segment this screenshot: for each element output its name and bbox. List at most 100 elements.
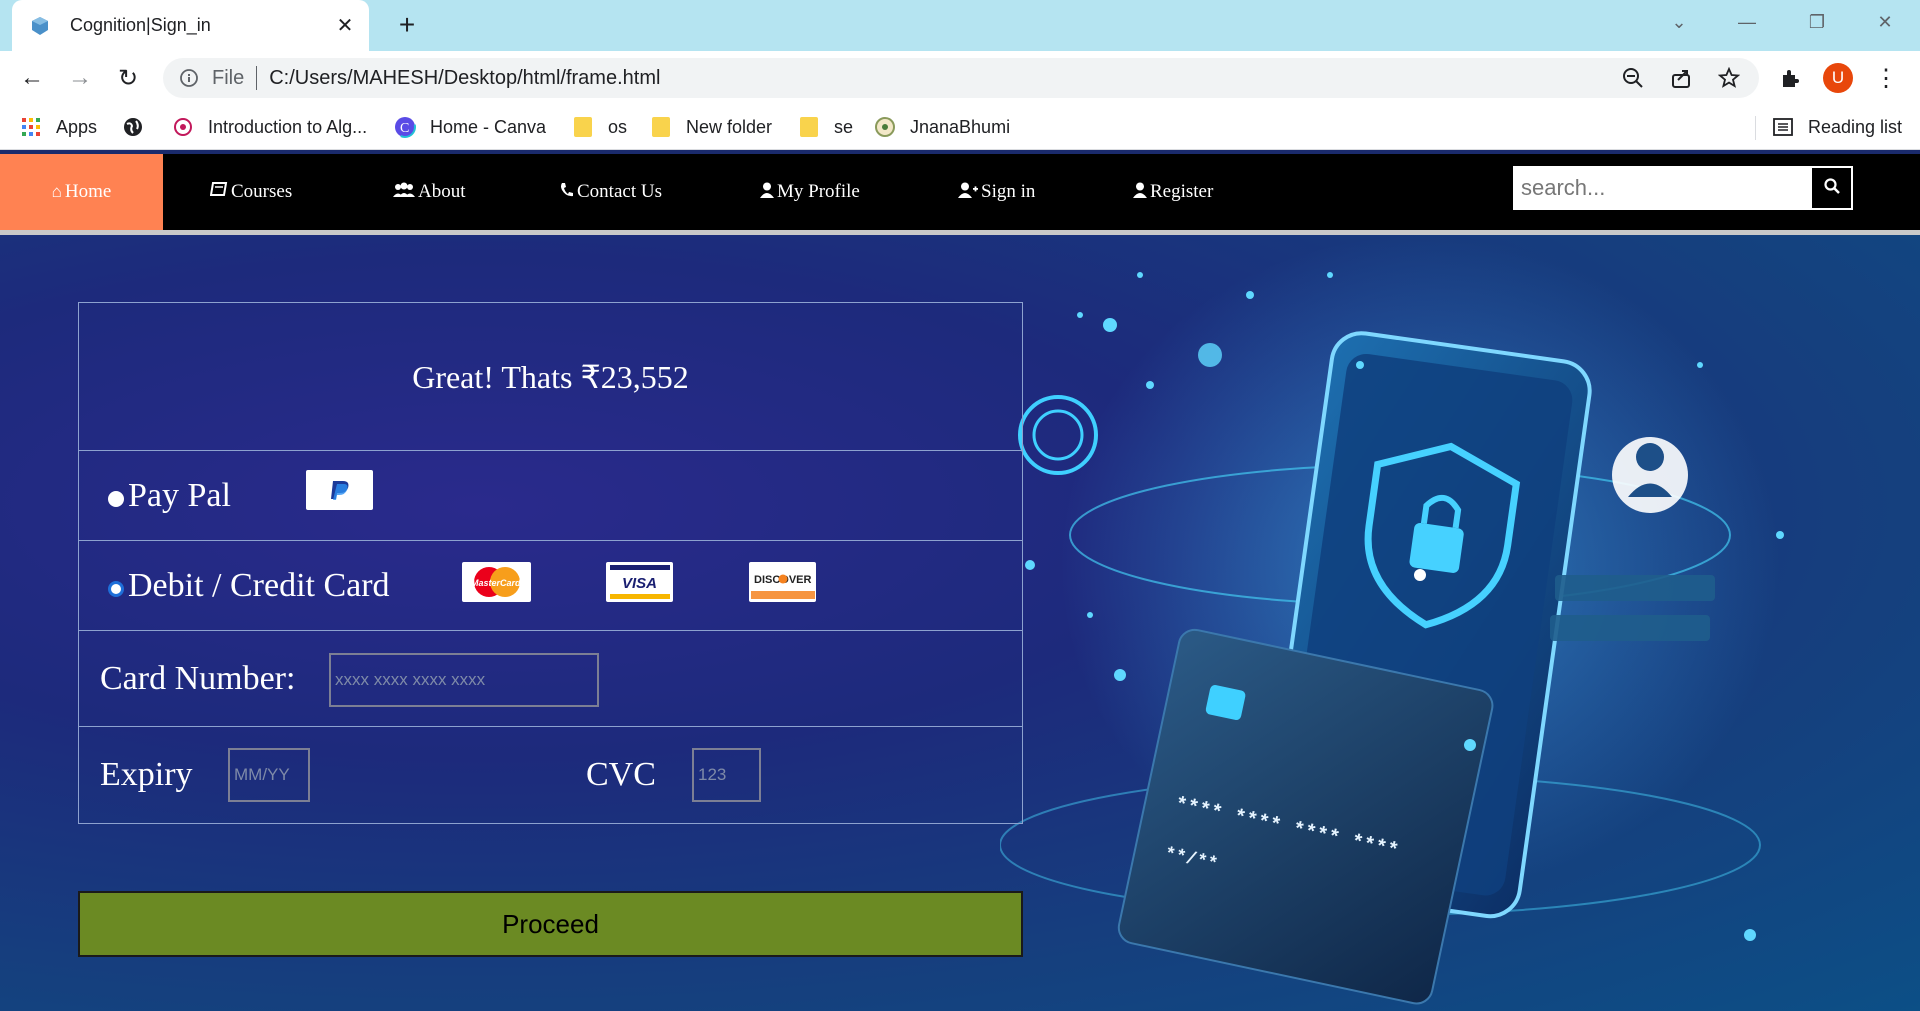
bookmark-label: Apps xyxy=(56,116,98,137)
nav-home-label: Home xyxy=(64,181,112,202)
profile-avatar[interactable]: U xyxy=(1822,62,1854,94)
bookmark-label: se xyxy=(834,116,854,137)
folder-icon xyxy=(650,116,672,138)
bookmark-label: Home - Canva xyxy=(430,116,547,137)
expiry-placeholder: MM/YY xyxy=(234,765,290,784)
nav-courses[interactable]: Courses xyxy=(209,154,293,230)
restore-icon[interactable]: ❐ xyxy=(1800,8,1834,36)
info-icon[interactable] xyxy=(178,67,200,89)
nav-my-profile-label: My Profile xyxy=(777,181,860,202)
user-plus-icon xyxy=(958,182,978,203)
nav-sign-in[interactable]: Sign in xyxy=(958,154,1035,230)
card-number-placeholder: xxxx xxxx xxxx xxxx xyxy=(335,670,486,689)
bookmark-apps[interactable]: Apps xyxy=(20,104,97,150)
close-icon[interactable]: ✕ xyxy=(331,12,359,40)
url-separator xyxy=(256,66,258,90)
nav-sign-in-label: Sign in xyxy=(981,181,1036,202)
card-number-input[interactable]: xxxx xxxx xxxx xxxx xyxy=(329,653,599,707)
bookmark-intro-algorithms[interactable]: Introduction to Alg... xyxy=(172,104,367,150)
user-icon xyxy=(1133,182,1147,203)
phone-icon xyxy=(560,182,574,203)
zoom-out-icon[interactable] xyxy=(1615,60,1651,96)
paypal-option[interactable]: Pay Pal xyxy=(79,451,1022,541)
svg-text:C: C xyxy=(400,121,409,136)
bookmark-canva[interactable]: C Home - Canva xyxy=(394,104,546,150)
cvc-input[interactable]: 123 xyxy=(692,748,761,802)
nav-contact-label: Contact Us xyxy=(577,181,662,202)
card-label: Debit / Credit Card xyxy=(128,566,390,604)
search-placeholder: search... xyxy=(1521,175,1606,200)
reading-list-icon xyxy=(1772,116,1794,138)
apps-grid-icon xyxy=(20,116,42,138)
browser-toolbar: ← → ↻ File C:/Users/MAHESH/Desktop/html/… xyxy=(0,51,1920,104)
address-bar[interactable]: File C:/Users/MAHESH/Desktop/html/frame.… xyxy=(163,58,1759,98)
bookmark-label: New folder xyxy=(686,116,773,137)
proceed-label: Proceed xyxy=(502,908,599,939)
new-tab-icon[interactable]: + xyxy=(392,9,422,40)
url-scheme: File xyxy=(212,66,245,89)
card-radio[interactable] xyxy=(108,580,124,597)
expiry-cvc-row: Expiry MM/YY CVC 123 xyxy=(79,727,1022,823)
forward-icon[interactable]: → xyxy=(64,62,96,94)
nav-register[interactable]: Register xyxy=(1133,154,1213,230)
paypal-label: Pay Pal xyxy=(128,476,231,514)
menu-icon[interactable]: ⋮ xyxy=(1870,62,1902,94)
back-icon[interactable]: ← xyxy=(16,62,48,94)
extensions-icon[interactable] xyxy=(1774,62,1806,94)
visa-logo-icon: VISA xyxy=(606,562,673,602)
expiry-input[interactable]: MM/YY xyxy=(228,748,310,802)
bookmarks-divider xyxy=(1755,116,1756,140)
profile-initial: U xyxy=(1823,63,1853,93)
nav-home[interactable]: ⌂ Home xyxy=(0,154,163,230)
search-input[interactable]: search... xyxy=(1513,166,1810,210)
home-icon: ⌂ xyxy=(51,182,62,201)
minimize-icon[interactable]: — xyxy=(1730,8,1764,36)
paypal-radio[interactable] xyxy=(108,490,124,507)
window-close-icon[interactable]: ✕ xyxy=(1868,8,1902,36)
order-total: Great! Thats ₹23,552 xyxy=(79,303,1022,451)
nav-contact[interactable]: Contact Us xyxy=(560,154,662,230)
payment-form: Great! Thats ₹23,552 Pay Pal Debit / Cre… xyxy=(78,302,1023,824)
card-number-label: Card Number: xyxy=(100,659,296,697)
bookmark-jnanabhumi[interactable]: JnanaBhumi xyxy=(874,104,1010,150)
reading-list-label: Reading list xyxy=(1808,116,1903,137)
search-button[interactable] xyxy=(1810,166,1853,210)
nav-courses-label: Courses xyxy=(231,181,293,202)
nav-my-profile[interactable]: My Profile xyxy=(760,154,860,230)
bookmark-label: JnanaBhumi xyxy=(910,116,1011,137)
nav-about[interactable]: About xyxy=(393,154,466,230)
folder-icon xyxy=(798,116,820,138)
bookmark-globe[interactable] xyxy=(122,104,158,150)
globe-icon xyxy=(122,116,144,138)
nav-about-label: About xyxy=(418,181,466,202)
reading-list-button[interactable]: Reading list xyxy=(1772,104,1902,150)
bookmark-folder-se[interactable]: se xyxy=(798,104,853,150)
canva-icon: C xyxy=(394,116,416,138)
tab-search-icon[interactable]: ⌄ xyxy=(1662,8,1696,36)
order-total-text: Great! Thats ₹23,552 xyxy=(412,358,689,395)
bookmark-folder-os[interactable]: os xyxy=(572,104,627,150)
card-number-row: Card Number: xxxx xxxx xxxx xxxx xyxy=(79,631,1022,727)
url-text[interactable]: C:/Users/MAHESH/Desktop/html/frame.html xyxy=(269,67,1615,90)
proceed-button[interactable]: Proceed xyxy=(78,891,1023,957)
share-icon[interactable] xyxy=(1663,60,1699,96)
search-icon xyxy=(1823,177,1840,199)
star-icon[interactable] xyxy=(1711,60,1747,96)
emblem-icon xyxy=(874,116,896,138)
user-icon xyxy=(760,182,774,203)
reload-icon[interactable]: ↻ xyxy=(112,62,144,94)
users-icon xyxy=(393,182,415,203)
expiry-label: Expiry xyxy=(100,756,193,793)
paypal-logo-icon xyxy=(306,470,373,510)
mastercard-logo-icon: MasterCard xyxy=(462,562,531,602)
browser-tab[interactable]: Cognition|Sign_in ✕ xyxy=(12,0,369,51)
book-icon xyxy=(209,181,228,203)
bookmark-label: Introduction to Alg... xyxy=(208,116,368,137)
bookmarks-bar: Apps Introduction to Alg... C Home - Can… xyxy=(0,104,1920,150)
bookmark-label: os xyxy=(608,116,628,137)
card-option[interactable]: Debit / Credit Card MasterCard VISA DISC… xyxy=(79,541,1022,631)
site-favicon-icon xyxy=(30,16,50,36)
payment-page: **** **** **** **** **/** Great! Thats ₹… xyxy=(0,235,1920,1011)
bookmark-folder-new[interactable]: New folder xyxy=(650,104,772,150)
discover-logo-icon: DISCOVER xyxy=(749,562,816,602)
